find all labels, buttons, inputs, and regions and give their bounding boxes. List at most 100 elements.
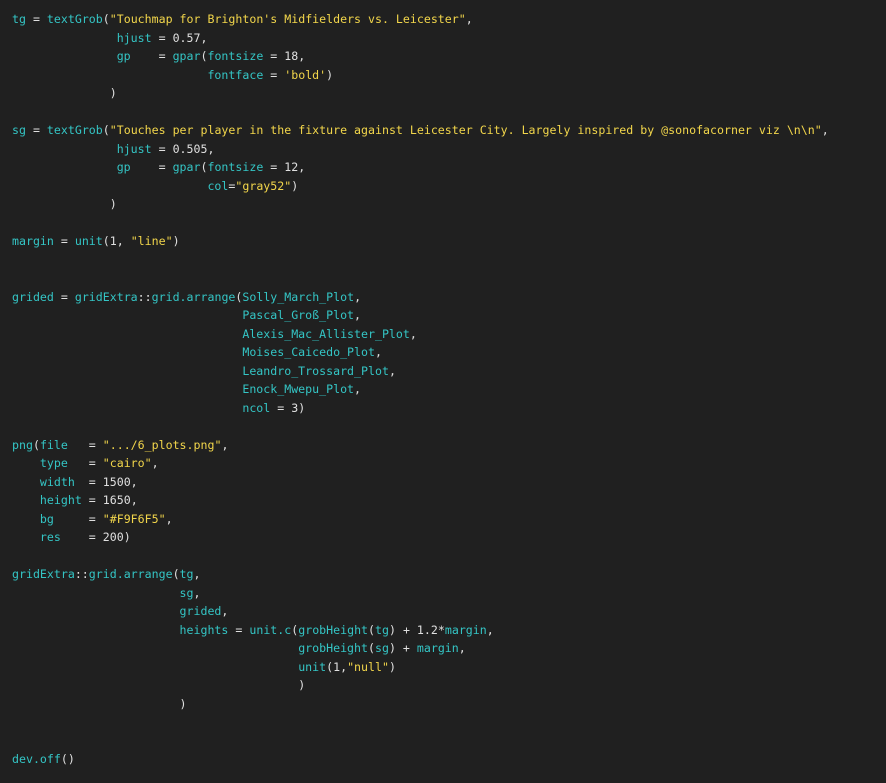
code-token: 1 xyxy=(109,234,117,248)
code-token: margin xyxy=(12,234,54,248)
code-token: , xyxy=(193,567,201,581)
code-line: Moises_Caicedo_Plot, xyxy=(12,343,886,362)
code-token: 12 xyxy=(284,160,299,174)
code-token: grid.arrange xyxy=(88,567,173,581)
code-token: = xyxy=(67,437,103,452)
code-token: = xyxy=(81,493,103,507)
code-token: Alexis_Mac_Allister_Plot xyxy=(242,326,410,341)
code-token: ( xyxy=(102,12,110,26)
code-token: grided xyxy=(12,289,54,304)
code-token: = xyxy=(25,123,47,137)
code-token: , xyxy=(221,437,229,452)
code-token: unit.c xyxy=(249,622,292,637)
code-token: = xyxy=(270,400,292,415)
code-token: = xyxy=(130,49,173,63)
code-token: ) xyxy=(179,696,187,711)
code-token: ( xyxy=(368,641,375,655)
code-token: :: xyxy=(137,289,152,304)
code-token: , xyxy=(165,511,173,526)
code-line: tg = textGrob("Touchmap for Brighton's M… xyxy=(12,10,886,29)
code-token: :: xyxy=(74,567,89,581)
code-token: ) xyxy=(109,86,117,100)
code-token: , xyxy=(374,345,382,359)
code-token: ) + xyxy=(389,622,417,637)
code-token: width xyxy=(39,474,75,489)
code-token: Moises_Caicedo_Plot xyxy=(242,345,375,359)
code-token: , xyxy=(130,493,138,507)
code-token: ) xyxy=(123,530,131,544)
code-token: ( xyxy=(32,437,40,452)
code-token: = xyxy=(228,622,250,637)
code-token: Solly_March_Plot xyxy=(242,289,355,304)
code-token: bg xyxy=(39,511,54,526)
code-token: gpar xyxy=(172,49,201,63)
code-token: unit xyxy=(74,234,103,248)
code-token: gp xyxy=(116,49,131,63)
code-token: ( xyxy=(102,123,110,137)
code-token: textGrob xyxy=(46,12,103,26)
code-token: sg xyxy=(179,585,194,600)
code-line: gridExtra::grid.arrange(tg, xyxy=(12,565,886,584)
code-line: sg, xyxy=(12,584,886,603)
code-token: ncol xyxy=(242,400,271,415)
code-token: , xyxy=(298,160,306,174)
code-token: ) xyxy=(109,197,117,211)
code-token: = xyxy=(67,456,103,470)
code-token: res xyxy=(39,530,61,544)
code-token: = xyxy=(263,49,285,63)
code-token: = xyxy=(74,474,103,489)
code-line: ) xyxy=(12,84,886,103)
code-token: grobHeight xyxy=(298,622,369,637)
code-token: = xyxy=(263,67,285,82)
code-token: hjust xyxy=(116,30,152,45)
code-token: height xyxy=(39,493,82,507)
code-token: "Touches per player in the fixture again… xyxy=(109,123,822,137)
code-token: , xyxy=(354,308,362,322)
code-token: "cairo" xyxy=(102,456,152,470)
code-token: ) xyxy=(326,67,334,82)
code-token: Pascal_Groß_Plot xyxy=(242,308,355,322)
code-line: Leandro_Trossard_Plot, xyxy=(12,362,886,381)
code-token: = xyxy=(151,30,173,45)
code-line: hjust = 0.505, xyxy=(12,140,886,159)
code-token: sg xyxy=(374,641,389,655)
code-token: ) + xyxy=(388,641,417,655)
code-token: 1650 xyxy=(102,493,131,507)
code-token: gp xyxy=(116,160,131,174)
code-token: , xyxy=(298,49,306,63)
code-token: ) xyxy=(298,400,306,415)
code-token: = xyxy=(60,530,103,544)
code-token: , xyxy=(409,326,417,341)
code-token: "null" xyxy=(347,659,389,674)
code-line: col="gray52") xyxy=(12,177,886,196)
code-token: , xyxy=(193,585,201,600)
code-token: , xyxy=(354,382,362,396)
code-line: res = 200) xyxy=(12,528,886,547)
code-token: sg xyxy=(12,123,26,137)
code-line: sg = textGrob("Touches per player in the… xyxy=(12,121,886,140)
code-token: , xyxy=(458,641,466,655)
code-token: , xyxy=(354,289,362,304)
code-token: = xyxy=(151,141,173,156)
code-line: bg = "#F9F6F5", xyxy=(12,510,886,529)
code-line: type = "cairo", xyxy=(12,454,886,473)
code-token: 'bold' xyxy=(284,67,327,82)
code-token: = xyxy=(263,160,285,174)
code-token: , xyxy=(151,456,159,470)
